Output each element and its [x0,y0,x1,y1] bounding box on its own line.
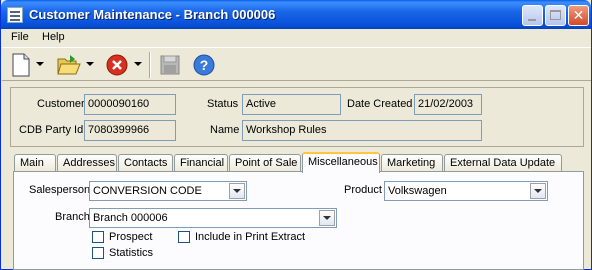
branch-label: Branch [55,211,90,223]
customer-maintenance-window: Customer Maintenance - Branch 000006 ✕ F… [0,0,592,270]
customer-number-field[interactable]: 0000090160 [84,94,176,115]
name-field[interactable]: Workshop Rules [242,120,482,141]
tab-contacts[interactable]: Contacts [118,154,173,172]
save-button[interactable] [159,53,181,77]
include-print-extract-checkbox[interactable] [178,231,190,243]
close-icon: ✕ [572,7,585,23]
toolbar-separator [149,52,151,78]
maximize-button[interactable] [545,5,566,26]
minimize-button[interactable] [522,5,543,26]
tab-point-of-sale[interactable]: Point of Sale [229,154,301,172]
new-dropdown-icon[interactable] [36,62,44,66]
window-title: Customer Maintenance - Branch 000006 [29,7,276,22]
tab-miscellaneous[interactable]: Miscellaneous [302,152,380,173]
prospect-label: Prospect [109,231,153,243]
tab-marketing[interactable]: Marketing [381,154,443,172]
tab-external-data-update[interactable]: External Data Update [444,154,562,172]
salesperson-select[interactable]: CONVERSION CODE [89,181,247,201]
help-button[interactable]: ? [192,53,216,77]
chevron-down-icon[interactable] [229,183,245,199]
product-value: Volkswagen [388,185,447,197]
delete-dropdown-icon[interactable] [134,62,142,66]
new-button[interactable] [9,53,33,77]
delete-icon [106,54,128,76]
branch-select[interactable]: Branch 000006 [89,208,337,228]
cdb-party-id-label: CDB Party Id [19,124,84,136]
open-dropdown-icon[interactable] [86,62,94,66]
date-created-label: Date Created [347,98,413,110]
statistics-label: Statistics [109,247,154,259]
status-label: Status [207,98,239,110]
cdb-party-id-field[interactable]: 7080399966 [84,120,176,141]
menu-help[interactable]: Help [42,31,65,43]
toolbar: ? [2,47,591,81]
new-document-icon [12,53,30,77]
product-label: Product [344,184,382,196]
date-created-field[interactable]: 21/02/2003 [414,94,482,115]
title-bar[interactable]: Customer Maintenance - Branch 000006 ✕ [1,0,591,29]
product-select[interactable]: Volkswagen [384,181,548,201]
save-icon [160,55,180,75]
name-label: Name [210,124,240,136]
app-icon [7,7,23,23]
open-button[interactable] [56,53,82,77]
miscellaneous-tab-page: Salesperson CONVERSION CODE Product Volk… [13,171,584,270]
include-print-extract-label: Include in Print Extract [195,231,306,243]
tab-strip: Main Addresses Contacts Financial Point … [14,152,584,173]
svg-text:?: ? [200,57,209,73]
customer-header-panel: Customer 0000090160 CDB Party Id 7080399… [10,87,584,147]
status-field[interactable]: Active [242,94,341,115]
menu-bar: File Help [2,29,591,47]
salesperson-label: Salesperson [29,184,91,196]
tab-main[interactable]: Main [14,154,56,172]
close-button[interactable]: ✕ [568,5,589,26]
statistics-checkbox[interactable] [92,247,104,259]
tab-financial[interactable]: Financial [174,154,228,172]
salesperson-value: CONVERSION CODE [93,185,202,197]
branch-value: Branch 000006 [93,212,168,224]
menu-file[interactable]: File [11,31,29,43]
tab-addresses[interactable]: Addresses [57,154,117,172]
customer-label: Customer [37,98,85,110]
chevron-down-icon[interactable] [319,210,335,226]
minimize-icon [528,19,536,21]
delete-button[interactable] [105,53,129,77]
prospect-checkbox[interactable] [92,231,104,243]
help-icon: ? [193,54,215,76]
chevron-down-icon[interactable] [530,183,546,199]
maximize-icon [550,10,561,20]
open-folder-icon [57,55,81,75]
